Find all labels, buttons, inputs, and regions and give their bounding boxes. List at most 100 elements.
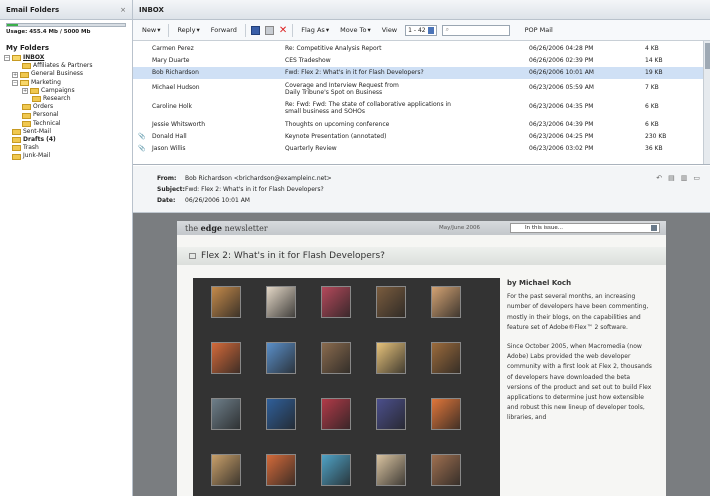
scrollbar-thumb[interactable] [705, 43, 710, 69]
folders-panel: Email Folders × Usage: 455.4 Mb / 5000 M… [0, 0, 133, 496]
folder-general-business[interactable]: + General Business [0, 70, 132, 78]
flag-as-button[interactable]: Flag As ▾ [298, 25, 332, 35]
gallery-photo [266, 286, 296, 318]
folder-drafts[interactable]: Drafts (4) [0, 136, 132, 144]
chevron-down-icon: ▾ [157, 26, 161, 34]
search-icon: ⌕ [445, 25, 449, 33]
folder-research[interactable]: Research [0, 95, 132, 103]
folder-icon [32, 96, 41, 103]
folder-sent-mail[interactable]: Sent-Mail [0, 128, 132, 136]
reply-icon[interactable]: ↶ [656, 174, 662, 182]
folder-icon [22, 63, 31, 70]
message-body: the edge newsletter May/June 2006 In thi… [133, 213, 710, 496]
folder-icon [12, 153, 21, 160]
newsletter-brand: the edge newsletter [185, 223, 268, 233]
reply-button[interactable]: Reply ▾ [174, 25, 202, 35]
toolbar-divider [292, 23, 294, 37]
article-paragraph: For the past several months, an increasi… [507, 293, 649, 331]
toolbar-divider [168, 23, 170, 37]
gallery-photo [211, 342, 241, 374]
attachment-icon: 📎 [138, 133, 146, 140]
print-icon[interactable]: ▤ [668, 174, 675, 182]
page-range-select[interactable]: 1 - 42 [405, 24, 437, 36]
toolbar-divider [244, 23, 246, 37]
folder-icon [12, 128, 21, 135]
mail-main: INBOX New ▾ Reply ▾ Forward ✕ Flag As ▾ Mov… [133, 0, 710, 496]
chevron-down-icon: ▾ [196, 26, 200, 34]
article-title: Flex 2: What's in it for Flash Developer… [177, 247, 666, 265]
message-row[interactable]: Mary Duarte CES Tradeshow 06/26/2006 02:… [133, 55, 703, 67]
folder-marketing[interactable]: − Marketing [0, 79, 132, 87]
folder-affiliates[interactable]: Affiliates & Partners [0, 62, 132, 70]
message-list-scrollbar[interactable] [703, 41, 710, 164]
message-row[interactable]: 📎 Donald Hall Keynote Presentation (anno… [133, 131, 703, 143]
gallery-photo [376, 454, 406, 486]
new-button[interactable]: New ▾ [139, 25, 163, 35]
folder-personal[interactable]: Personal [0, 111, 132, 119]
gallery-photo [211, 286, 241, 318]
gallery-photo [266, 342, 296, 374]
gallery-photo [321, 286, 351, 318]
preview-tools: ↶ ▤ ▥ ▭ [656, 174, 700, 182]
folder-inbox[interactable]: − INBOX [0, 54, 132, 62]
close-icon[interactable]: × [120, 6, 126, 14]
issue-select[interactable]: In this issue... [510, 223, 660, 233]
message-row[interactable]: Jessie Whitsworth Thoughts on upcoming c… [133, 119, 703, 131]
mail-toolbar: New ▾ Reply ▾ Forward ✕ Flag As ▾ Move To ▾ … [133, 20, 710, 41]
expand-icon[interactable]: + [22, 87, 28, 94]
gallery-photo [321, 454, 351, 486]
search-input[interactable]: ⌕ [441, 24, 510, 36]
folder-icon [12, 137, 21, 144]
folder-technical[interactable]: Technical [0, 120, 132, 128]
gallery-photo [376, 286, 406, 318]
collapse-icon[interactable]: − [4, 55, 10, 62]
inbox-header: INBOX [133, 0, 710, 20]
message-row[interactable]: Carmen Perez Re: Competitive Analysis Re… [133, 43, 703, 55]
article-paragraph: Since October 2005, when Macromedia (now… [507, 343, 652, 422]
preview-date: Date: 06/26/2006 10:01 AM [157, 197, 250, 204]
folder-icon [20, 71, 29, 78]
delete-icon[interactable]: ▥ [681, 174, 688, 182]
preview-from: From: Bob Richardson <brichardson@example… [157, 175, 332, 182]
message-row[interactable]: Caroline Holk Re: Fwd: Fwd: The state of… [133, 99, 703, 117]
message-row[interactable]: Michael Hudson Coverage and Interview Re… [133, 80, 703, 98]
folder-icon [22, 104, 31, 111]
gallery-photo [266, 398, 296, 430]
trash-icon [12, 145, 21, 152]
message-row[interactable]: 📎 Jason Willis Quarterly Review 06/23/20… [133, 143, 703, 155]
gallery-photo [431, 454, 461, 486]
dropdown-icon [427, 26, 434, 34]
forward-button[interactable]: Forward [208, 25, 240, 35]
pop-mail-label[interactable]: POP Mail [525, 26, 553, 34]
delete-icon[interactable]: ✕ [279, 25, 287, 35]
print-icon[interactable] [264, 25, 274, 35]
folder-orders[interactable]: Orders [0, 103, 132, 111]
expand-icon[interactable]: ▭ [693, 174, 700, 182]
gallery-photo [376, 398, 406, 430]
collapse-icon[interactable] [189, 252, 196, 259]
gallery-photo [431, 286, 461, 318]
usage-bar-fill [7, 24, 18, 26]
usage-bar [6, 23, 126, 27]
mail-app: Email Folders × Usage: 455.4 Mb / 5000 M… [0, 0, 710, 496]
mailbox-usage: Usage: 455.4 Mb / 5000 Mb [0, 20, 132, 38]
folder-trash[interactable]: Trash [0, 144, 132, 152]
dropdown-icon [651, 225, 657, 231]
gallery-photo [376, 342, 406, 374]
move-to-button[interactable]: Move To ▾ [337, 25, 374, 35]
gallery-photo [211, 454, 241, 486]
collapse-icon[interactable]: − [12, 79, 18, 86]
inbox-title: INBOX [139, 5, 164, 14]
image-gallery [193, 278, 500, 496]
message-list: Carmen Perez Re: Competitive Analysis Re… [133, 41, 710, 165]
newsletter-header: the edge newsletter May/June 2006 In thi… [177, 221, 666, 235]
newsletter: the edge newsletter May/June 2006 In thi… [177, 221, 666, 496]
folder-open-icon [12, 55, 21, 62]
expand-icon[interactable]: + [12, 71, 18, 78]
folder-junk-mail[interactable]: Junk-Mail [0, 152, 132, 160]
preview-subject: Subject: Fwd: Flex 2: What's in it for Fl… [157, 186, 324, 193]
view-label: View [381, 26, 398, 34]
save-icon[interactable] [250, 25, 260, 35]
folder-campaigns[interactable]: + Campaigns [0, 87, 132, 95]
message-row-selected[interactable]: Bob Richardson Fwd: Flex 2: What's in it… [133, 67, 703, 79]
